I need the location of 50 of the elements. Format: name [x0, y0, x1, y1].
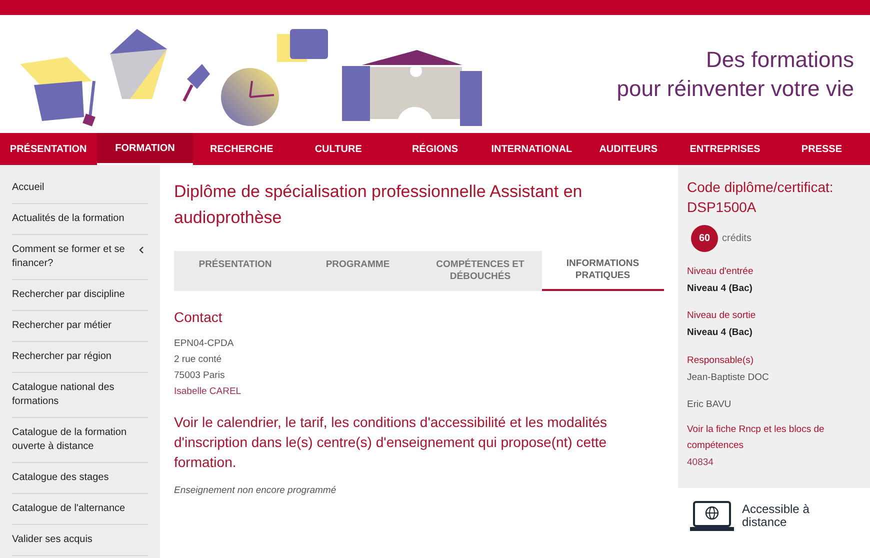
banner-tagline: pour réinventer votre vie: [616, 75, 854, 103]
sidebar-link[interactable]: Catalogue de la formation ouverte à distance: [12, 426, 130, 454]
field-label: Niveau d'entrée: [687, 265, 754, 279]
field-value: Jean-Baptiste DOC: [687, 370, 770, 384]
field-label: Niveau de sortie: [687, 309, 757, 324]
address-line: 2 rue conté: [174, 353, 223, 367]
nav-tab[interactable]: CULTURE: [290, 133, 387, 165]
credits-badge: 60: [691, 225, 718, 252]
nav-tab[interactable]: RÉGIONS: [386, 133, 484, 165]
content-tab[interactable]: COMPÉTENCES ET DÉBOUCHÉS: [419, 251, 542, 291]
nav-tab[interactable]: RECHERCHE: [193, 133, 290, 165]
address-line: 75003 Paris: [174, 369, 226, 383]
nav-tab[interactable]: PRESSE: [773, 133, 870, 165]
nav-tab[interactable]: ENTREPRISES: [676, 133, 774, 165]
sidebar-link[interactable]: Catalogue des stages: [12, 471, 130, 485]
rncp-link[interactable]: Voir la fiche Rncp et les blocs de compétences: [687, 422, 861, 454]
banner-tagline: Des formations: [706, 46, 854, 74]
content-tab[interactable]: INFORMATIONS PRATIQUES: [542, 251, 664, 291]
rncp-number-link[interactable]: 40834: [687, 456, 861, 470]
content-tab[interactable]: PROGRAMME: [296, 251, 419, 279]
distance-learning-label: Accessible à distance: [742, 503, 810, 530]
diploma-code: DSP1500A: [687, 198, 758, 217]
page-title: Diplôme de spécialisation professionnelle Assistant en audioprothèse: [174, 181, 584, 229]
laptop-globe-icon: [690, 500, 734, 532]
nav-tab[interactable]: AUDITEURS: [580, 133, 677, 165]
sidebar-link[interactable]: Catalogue national des formations: [12, 381, 130, 409]
sidebar-link[interactable]: Comment se former et se financer?: [12, 243, 130, 271]
contact-heading: Contact: [174, 308, 224, 327]
sidebar-link[interactable]: Valider ses acquis: [12, 533, 130, 547]
sidebar-link[interactable]: Catalogue de l'alternance: [12, 502, 130, 516]
content-tab[interactable]: PRÉSENTATION: [174, 251, 296, 279]
field-value: Niveau 4 (Bac): [687, 326, 754, 340]
nav-tab[interactable]: FORMATION: [96, 133, 194, 165]
credits-label: crédits: [722, 232, 752, 246]
nav-tab[interactable]: PRÉSENTATION: [0, 133, 97, 165]
field-label: Responsable(s): [687, 354, 755, 368]
scheduling-note: Enseignement non encore programmé: [174, 484, 338, 498]
field-value: Niveau 4 (Bac): [687, 282, 754, 296]
diploma-code-label: Code diplôme/certificat:: [687, 178, 834, 197]
contact-name-link[interactable]: Isabelle CAREL: [174, 384, 664, 400]
chevron-left-icon[interactable]: [139, 246, 144, 254]
sidebar-link[interactable]: Rechercher par métier: [12, 319, 130, 333]
calendar-link[interactable]: Voir le calendrier, le tarif, les conditions d'accessibilité et les modalités d'inscription dans le(s) centre(s) d'enseignement qui propose(nt) cette formation.: [174, 412, 664, 472]
address-line: EPN04-CPDA: [174, 337, 235, 351]
sidebar-link[interactable]: Actualités de la formation: [12, 212, 130, 226]
nav-tab[interactable]: INTERNATIONAL: [483, 133, 580, 165]
sidebar-link[interactable]: Accueil: [12, 181, 130, 195]
field-value: Eric BAVU: [687, 398, 732, 412]
sidebar-link[interactable]: Rechercher par région: [12, 350, 130, 364]
sidebar-link[interactable]: Rechercher par discipline: [12, 288, 130, 302]
